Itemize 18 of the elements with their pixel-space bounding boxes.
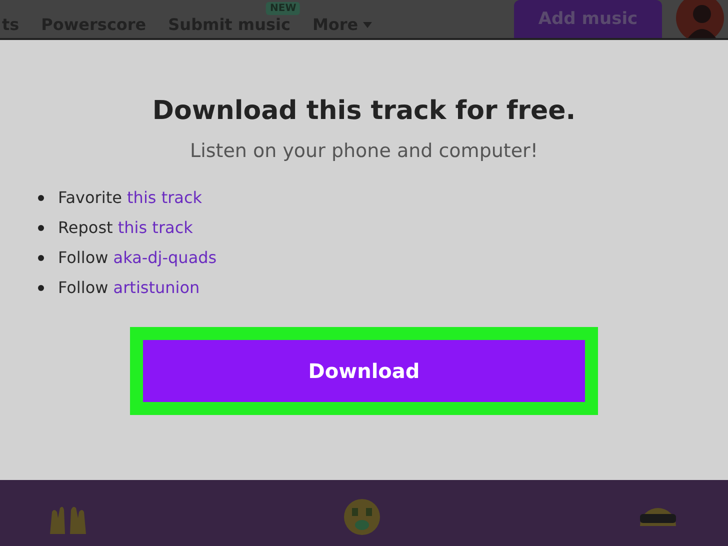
requirement-text: Favorite this track: [58, 188, 202, 207]
requirement-text: Follow artistunion: [58, 278, 200, 297]
bullet-icon: [38, 224, 44, 230]
bullet-icon: [38, 194, 44, 200]
caret-icon: [363, 22, 372, 28]
requirement-text: Follow aka-dj-quads: [58, 248, 217, 267]
link[interactable]: this track: [127, 188, 202, 207]
requirement-text: Repost this track: [58, 218, 193, 237]
link[interactable]: this track: [118, 218, 193, 237]
dialog-subtitle: Listen on your phone and computer!: [190, 140, 538, 162]
sunglasses-face-icon: [638, 507, 678, 526]
link[interactable]: aka-dj-quads: [113, 248, 217, 267]
download-button[interactable]: Download: [130, 327, 598, 415]
link[interactable]: artistunion: [113, 278, 200, 297]
bullet-icon: [38, 254, 44, 260]
money-face-icon: [343, 498, 381, 536]
bullet-icon: [38, 284, 44, 290]
dialog-title: Download this track for free.: [152, 96, 576, 126]
